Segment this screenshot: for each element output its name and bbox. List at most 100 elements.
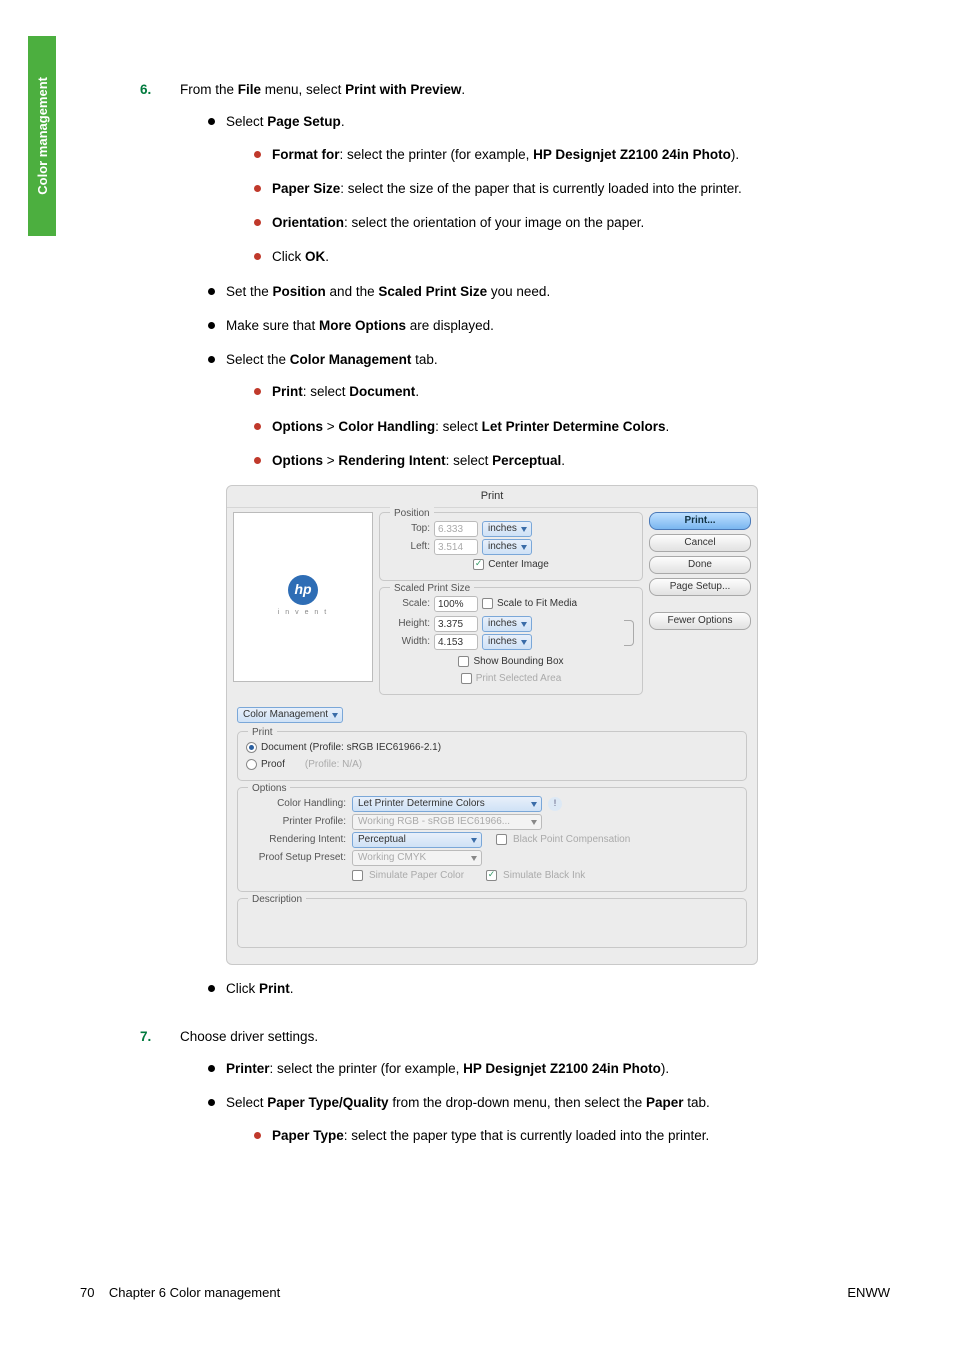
text: . <box>341 114 345 129</box>
selected-area-checkbox[interactable] <box>461 673 472 684</box>
left-label: Left: <box>388 539 430 554</box>
sim-paper-label: Simulate Paper Color <box>369 868 464 883</box>
top-unit-select[interactable]: inches <box>482 521 532 537</box>
fewer-options-button[interactable]: Fewer Options <box>649 612 751 630</box>
bounding-checkbox[interactable] <box>458 656 469 667</box>
constrain-chain-icon[interactable] <box>624 620 634 646</box>
proof-setup-select[interactable]: Working CMYK <box>352 850 482 866</box>
text-bold: Color Management <box>290 352 412 367</box>
step-6: 6. From the File menu, select Print with… <box>140 80 900 1013</box>
text-bold: Page Setup <box>267 114 341 129</box>
text-bold: HP Designjet Z2100 24in Photo <box>463 1061 661 1076</box>
bpc-checkbox[interactable] <box>496 834 507 845</box>
text: are displayed. <box>406 318 494 333</box>
page-setup-button[interactable]: Page Setup... <box>649 578 751 596</box>
text: > <box>323 453 338 468</box>
rendering-intent-label: Rendering Intent: <box>246 832 346 847</box>
side-tab: Color management <box>28 36 56 236</box>
text: you need. <box>487 284 550 299</box>
info-icon[interactable]: ! <box>548 797 562 811</box>
text: ). <box>661 1061 669 1076</box>
preview-area: hp i n v e n t <box>233 512 373 682</box>
text-bold: Scaled Print Size <box>378 284 487 299</box>
page-content: 6. From the File menu, select Print with… <box>140 80 900 1174</box>
bullet-position-scaled: Set the Position and the Scaled Print Si… <box>208 282 900 302</box>
scale-input[interactable]: 100% <box>434 596 478 612</box>
proof-radio[interactable] <box>246 759 257 770</box>
center-image-checkbox[interactable] <box>473 559 484 570</box>
text-bold: Rendering Intent <box>338 453 445 468</box>
text-bold: OK <box>305 249 325 264</box>
position-legend: Position <box>390 506 434 521</box>
text: : select <box>435 419 482 434</box>
text-bold: Paper Type/Quality <box>267 1095 388 1110</box>
scaled-legend: Scaled Print Size <box>390 581 474 596</box>
sub-format-for: Format for: select the printer (for exam… <box>254 145 900 165</box>
text-bold: More Options <box>319 318 406 333</box>
bpc-label: Black Point Compensation <box>513 832 630 847</box>
document-radio[interactable] <box>246 742 257 753</box>
text-bold: Paper Size <box>272 181 340 196</box>
width-input[interactable]: 4.153 <box>434 634 478 650</box>
chapter-title: Chapter 6 Color management <box>109 1285 280 1300</box>
color-handling-select[interactable]: Let Printer Determine Colors <box>352 796 542 812</box>
position-group: Position Top: 6.333 inches Left: 3.514 i… <box>379 512 643 581</box>
left-input[interactable]: 3.514 <box>434 539 478 555</box>
tab-select[interactable]: Color Management <box>237 707 343 723</box>
text: : select the size of the paper that is c… <box>340 181 741 196</box>
done-button[interactable]: Done <box>649 556 751 574</box>
text: tab. <box>411 352 437 367</box>
bullet-page-setup: Select Page Setup. Format for: select th… <box>208 112 900 267</box>
sub-paper-size: Paper Size: select the size of the paper… <box>254 179 900 199</box>
text-bold: Perceptual <box>492 453 561 468</box>
scale-fit-checkbox[interactable] <box>482 598 493 609</box>
hp-logo-sub: i n v e n t <box>278 608 328 619</box>
height-unit-select[interactable]: inches <box>482 616 532 632</box>
step-7: 7. Choose driver settings. Printer: sele… <box>140 1027 900 1160</box>
text: and the <box>326 284 379 299</box>
print-legend: Print <box>248 725 277 740</box>
height-label: Height: <box>388 616 430 631</box>
bullet-printer: Printer: select the printer (for example… <box>208 1059 900 1079</box>
scale-fit-label: Scale to Fit Media <box>497 596 577 611</box>
options-legend: Options <box>248 781 290 796</box>
step-7-number: 7. <box>140 1027 180 1160</box>
text: menu, select <box>261 82 345 97</box>
text-bold: Let Printer Determine Colors <box>482 419 666 434</box>
text-bold: Format for <box>272 147 340 162</box>
text-bold: Printer <box>226 1061 270 1076</box>
proof-radio-label: Proof <box>261 757 285 772</box>
rendering-intent-select[interactable]: Perceptual <box>352 832 482 848</box>
page-number: 70 <box>80 1285 94 1300</box>
text: Choose driver settings. <box>180 1029 318 1044</box>
text: Select <box>226 1095 267 1110</box>
bullet-paper-type-quality: Select Paper Type/Quality from the drop-… <box>208 1093 900 1146</box>
sub-rendering-intent: Options > Rendering Intent: select Perce… <box>254 451 900 471</box>
sim-black-checkbox[interactable] <box>486 870 497 881</box>
text-bold: Options <box>272 453 323 468</box>
text: ). <box>731 147 739 162</box>
text: . <box>415 384 419 399</box>
height-input[interactable]: 3.375 <box>434 616 478 632</box>
left-unit-select[interactable]: inches <box>482 539 532 555</box>
text: Click <box>226 981 259 996</box>
text-bold: Options <box>272 419 323 434</box>
text: > <box>323 419 338 434</box>
text-bold: Color Handling <box>338 419 435 434</box>
printer-profile-select[interactable]: Working RGB - sRGB IEC61966... <box>352 814 542 830</box>
print-button[interactable]: Print... <box>649 512 751 530</box>
text: from the drop-down menu, then select the <box>389 1095 646 1110</box>
text: . <box>325 249 329 264</box>
step-6-number: 6. <box>140 80 180 1013</box>
printer-profile-label: Printer Profile: <box>246 814 346 829</box>
sim-paper-checkbox[interactable] <box>352 870 363 881</box>
selected-area-label: Print Selected Area <box>476 671 562 686</box>
bullet-color-mgmt: Select the Color Management tab. Print: … <box>208 350 900 471</box>
scale-label: Scale: <box>388 596 430 611</box>
text-bold: Print <box>259 981 290 996</box>
bounding-label: Show Bounding Box <box>473 654 563 669</box>
text-bold: HP Designjet Z2100 24in Photo <box>533 147 731 162</box>
cancel-button[interactable]: Cancel <box>649 534 751 552</box>
width-unit-select[interactable]: inches <box>482 634 532 650</box>
top-input[interactable]: 6.333 <box>434 521 478 537</box>
